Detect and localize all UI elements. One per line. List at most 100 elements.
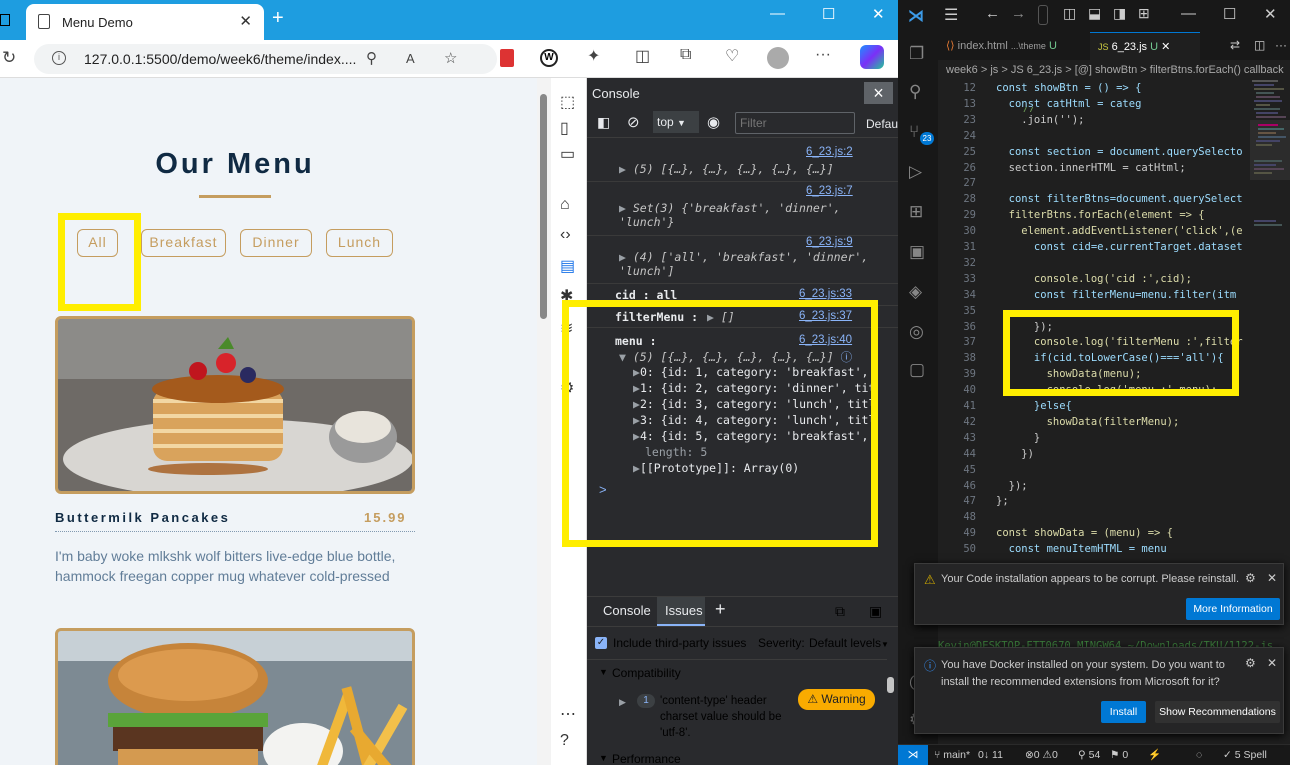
third-party-checkbox[interactable]: ✓ — [595, 637, 607, 649]
split-screen-icon[interactable]: ◫ — [635, 46, 650, 66]
drawer-tab-console[interactable]: Console — [603, 603, 651, 618]
chat-icon[interactable]: ▢ — [909, 360, 925, 380]
collections-icon[interactable]: ⧉ — [680, 46, 691, 64]
refresh-icon[interactable]: ↻ — [2, 48, 16, 68]
more-information-button[interactable]: More Information — [1186, 598, 1280, 620]
browser-tab-menu-demo[interactable]: Menu Demo ✕ — [26, 4, 264, 40]
live-expression-eye-icon[interactable]: ◉ — [707, 113, 720, 131]
console-icon[interactable]: ▤ — [560, 256, 575, 276]
log-value[interactable]: ▶ (5) [{…}, {…}, {…}, {…}, {…}] — [619, 162, 834, 176]
status-spell[interactable]: ✓ 5 Spell — [1223, 745, 1267, 765]
read-aloud-icon[interactable]: A — [406, 51, 415, 66]
log-value[interactable]: ▶ (4) ['all', 'breakfast', 'dinner', 'lu… — [619, 250, 894, 278]
status-sync[interactable]: 0↓ 11 — [978, 745, 1003, 765]
toggle-panel-icon[interactable]: ⬓ — [1088, 5, 1101, 22]
toggle-sidebar-icon[interactable]: ◫ — [1063, 5, 1076, 22]
compare-icon[interactable]: ⇄ — [1230, 38, 1240, 52]
show-recommendations-button[interactable]: Show Recommendations — [1155, 701, 1280, 723]
minimize-button[interactable]: — — [1181, 5, 1196, 22]
page-scrollbar[interactable] — [537, 78, 551, 765]
drawer-dock-icon[interactable]: ⧉ — [835, 603, 845, 620]
page-scrollbar-thumb[interactable] — [540, 94, 547, 319]
welcome-home-icon[interactable]: ⌂ — [560, 196, 570, 214]
customize-layout-icon[interactable]: ⊞ — [1138, 5, 1150, 22]
inspect-icon[interactable]: ⬚ — [560, 92, 575, 112]
filter-button-lunch[interactable]: Lunch — [326, 229, 393, 257]
collapse-arrow-icon[interactable]: ▼ — [599, 753, 608, 763]
device-toolbar-icon[interactable]: ▯ — [560, 118, 569, 138]
compat-section[interactable]: Compatibility — [612, 666, 681, 680]
python-icon[interactable]: ◈ — [909, 282, 922, 302]
devtools-close-button[interactable]: × — [864, 82, 893, 104]
source-control-icon[interactable]: ⑂ — [909, 122, 919, 142]
status-problems[interactable]: ⊗0 ⚠0 — [1025, 745, 1058, 765]
close-window-button[interactable]: ✕ — [1264, 5, 1277, 23]
context-selector[interactable]: top ▼ — [653, 111, 699, 133]
status-branch[interactable]: ⑂ main* — [934, 745, 970, 765]
more-tools-icon[interactable]: ⋯ — [560, 704, 576, 724]
status-ports[interactable]: ⚲ 54 — [1078, 745, 1100, 765]
breadcrumb[interactable]: week6 > js > JS 6_23.js > [@] showBtn > … — [938, 60, 1290, 80]
more-actions-icon[interactable]: ··· — [1275, 38, 1287, 52]
log-source-link[interactable]: 6_23.js:9 — [806, 236, 853, 248]
extensions-puzzle-icon[interactable]: ✦ — [587, 46, 600, 66]
minimap[interactable] — [1250, 80, 1290, 560]
notification-close-icon[interactable]: ✕ — [1267, 571, 1277, 585]
drawer-close-icon[interactable]: ▣ — [869, 603, 882, 620]
search-icon[interactable]: ⚲ — [909, 82, 921, 102]
notification-gear-icon[interactable]: ⚙ — [1245, 656, 1256, 670]
filter-button-dinner[interactable]: Dinner — [240, 229, 312, 257]
collapse-arrow-icon[interactable]: ▼ — [599, 667, 608, 677]
more-menu-icon[interactable]: ··· — [815, 46, 831, 64]
tab-index-html[interactable]: ⟨⟩ index.html ...\theme U — [938, 32, 1078, 60]
expand-arrow-icon[interactable]: ▶ — [619, 697, 626, 708]
info-icon[interactable]: i — [52, 51, 66, 65]
maximize-button[interactable]: ☐ — [822, 5, 835, 23]
drawer-scrollbar-thumb[interactable] — [887, 677, 894, 693]
clear-console-icon[interactable]: ⊘ — [627, 113, 640, 131]
back-arrow-icon[interactable]: ← — [985, 5, 1000, 22]
copilot-icon[interactable] — [860, 45, 884, 69]
new-tab-button[interactable]: + — [272, 7, 284, 30]
log-value[interactable]: ▶ Set(3) {'breakfast', 'dinner', 'lunch'… — [619, 201, 894, 229]
minimize-button[interactable]: — — [770, 5, 785, 22]
panel-layout-icon[interactable]: ▭ — [560, 144, 575, 164]
add-tab-button[interactable]: + — [715, 599, 726, 620]
drawer-scrollbar[interactable] — [886, 661, 896, 764]
command-center[interactable] — [1038, 5, 1048, 25]
issue-text[interactable]: 'content-type' header charset value shou… — [660, 693, 795, 741]
split-editor-icon[interactable]: ◫ — [1254, 38, 1265, 52]
close-window-button[interactable]: ✕ — [872, 5, 885, 23]
profile-avatar[interactable] — [767, 47, 789, 69]
remote-explorer-icon[interactable]: ▣ — [909, 242, 925, 262]
browser-essentials-icon[interactable]: ♡ — [725, 46, 739, 66]
extension-audio-icon[interactable] — [500, 49, 514, 67]
tab-close-icon[interactable]: ✕ — [239, 12, 252, 30]
tab-close-icon[interactable]: ✕ — [1161, 41, 1170, 53]
console-filter-input[interactable] — [735, 112, 855, 134]
help-icon[interactable]: ? — [560, 732, 569, 750]
remote-indicator-icon[interactable]: ⋊ — [898, 745, 928, 765]
log-source-link[interactable]: 6_23.js:33 — [799, 288, 852, 300]
sidebar-toggle-icon[interactable]: ◧ — [597, 114, 610, 131]
severity-dropdown[interactable]: Default levels▼ — [809, 636, 889, 650]
edge-devtools-icon[interactable]: ◎ — [909, 322, 924, 342]
notification-gear-icon[interactable]: ⚙ — [1245, 571, 1256, 585]
elements-code-icon[interactable]: ‹› — [560, 226, 571, 244]
forward-arrow-icon[interactable]: → — [1011, 5, 1026, 22]
tab-actions-icon[interactable] — [0, 14, 10, 26]
tab-6-23-js[interactable]: JS 6_23.js U ✕ — [1090, 32, 1200, 60]
log-source-link[interactable]: 6_23.js:7 — [806, 185, 853, 197]
explorer-icon[interactable]: ❐ — [909, 44, 924, 64]
extensions-icon[interactable]: ⊞ — [909, 202, 923, 222]
filter-button-breakfast[interactable]: Breakfast — [141, 229, 226, 257]
maximize-button[interactable]: ☐ — [1223, 5, 1236, 23]
toggle-secondary-sidebar-icon[interactable]: ◨ — [1113, 5, 1126, 22]
menu-hamburger-icon[interactable]: ☰ — [944, 5, 958, 25]
notification-close-icon[interactable]: ✕ — [1267, 656, 1277, 670]
zoom-icon[interactable]: ⚲ — [366, 49, 377, 67]
performance-section[interactable]: Performance — [612, 752, 681, 765]
status-signals[interactable]: ⚑ 0 — [1110, 745, 1128, 765]
address-bar[interactable]: i 127.0.0.1:5500/demo/week6/theme/index.… — [34, 44, 497, 74]
status-lightning-icon[interactable]: ⚡ — [1148, 745, 1161, 765]
